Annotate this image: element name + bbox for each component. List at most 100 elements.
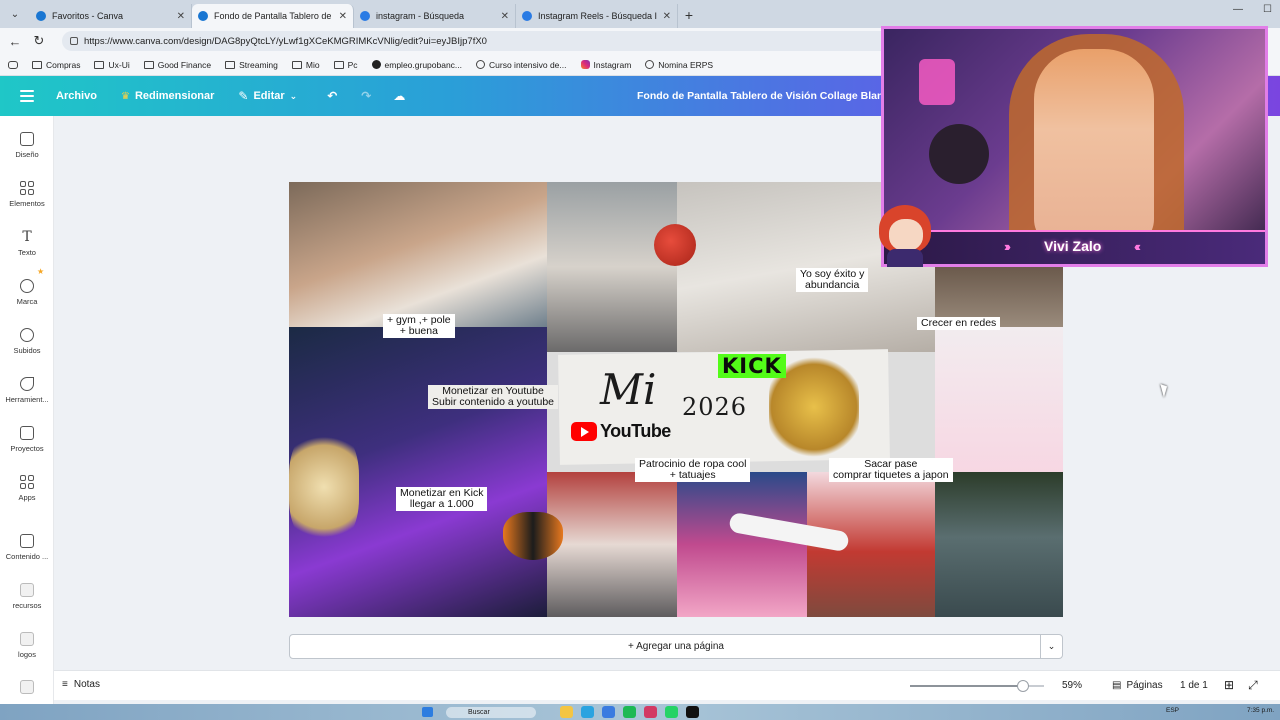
close-tab-icon[interactable]: ✕ bbox=[339, 11, 347, 22]
tab-favoritos[interactable]: Favoritos - Canva ✕ bbox=[30, 4, 192, 28]
tab-instagram-reels[interactable]: Instagram Reels - Búsqueda Imáge ✕ bbox=[516, 4, 678, 28]
close-tab-icon[interactable]: ✕ bbox=[663, 11, 671, 22]
telegram-app-icon[interactable] bbox=[581, 706, 594, 718]
youtube-logo[interactable]: YouTube bbox=[571, 421, 671, 442]
sidebar-item-elementos[interactable]: Elementos bbox=[0, 181, 54, 208]
minimize-icon[interactable]: — bbox=[1233, 4, 1243, 15]
bookmarks-panel-icon[interactable] bbox=[8, 60, 18, 69]
tab-search-menu-button[interactable]: ⌄ bbox=[4, 3, 26, 25]
folder-icon bbox=[143, 60, 154, 69]
taskbar-search[interactable]: Buscar bbox=[446, 707, 536, 718]
windows-start-icon[interactable] bbox=[422, 707, 433, 717]
bookmark-empleo[interactable]: empleo.grupobanc... bbox=[371, 59, 463, 70]
maximize-icon[interactable]: ☐ bbox=[1263, 4, 1272, 15]
butterfly-sticker[interactable] bbox=[503, 512, 563, 560]
note-ropa[interactable]: Patrocinio de ropa cool + tatuajes bbox=[635, 458, 751, 482]
lock-icon bbox=[70, 37, 78, 45]
redimensionar-label: Redimensionar bbox=[134, 90, 215, 102]
sidebar-item-recursos[interactable]: recursos bbox=[0, 583, 54, 610]
zoom-level[interactable]: 59% bbox=[1062, 680, 1082, 691]
sidebar-item-diseno[interactable]: Diseño bbox=[0, 132, 54, 159]
sidebar-item-subidos[interactable]: Subidos bbox=[0, 328, 54, 355]
undo-button[interactable]: ↶ bbox=[327, 89, 337, 103]
bookmark-good-finance[interactable]: Good Finance bbox=[143, 60, 211, 70]
kick-logo[interactable]: KICK bbox=[718, 354, 786, 378]
bookmark-mio[interactable]: Mio bbox=[291, 60, 320, 70]
note-gym[interactable]: + gym ,+ pole + buena bbox=[383, 314, 455, 338]
chevron-down-icon[interactable]: ⌄ bbox=[1040, 635, 1062, 658]
close-tab-icon[interactable]: ✕ bbox=[177, 11, 185, 22]
photo-phone[interactable] bbox=[935, 327, 1063, 472]
tiktok-app-icon[interactable] bbox=[686, 706, 699, 718]
photo-beach[interactable] bbox=[289, 182, 547, 327]
bookmark-instagram[interactable]: Instagram bbox=[580, 60, 631, 70]
bookmark-curso[interactable]: Curso intensivo de... bbox=[476, 60, 567, 70]
bookmark-ux-ui[interactable]: Ux-Ui bbox=[94, 60, 130, 70]
sidebar-item-texto[interactable]: T Texto bbox=[0, 230, 54, 257]
cloud-save-button[interactable]: ☁ bbox=[393, 89, 405, 103]
photo-pole[interactable] bbox=[547, 182, 677, 352]
undo-icon: ↶ bbox=[327, 89, 338, 103]
pages-button[interactable]: ▤ Páginas bbox=[1112, 680, 1163, 691]
bookmark-pc[interactable]: Pc bbox=[333, 60, 358, 70]
whatsapp-app-icon[interactable] bbox=[665, 706, 678, 718]
redimensionar-button[interactable]: ♛ Redimensionar bbox=[121, 90, 214, 102]
back-arrow-icon[interactable]: ← bbox=[8, 34, 22, 49]
editar-menu[interactable]: ✎ Editar ⌄ bbox=[238, 89, 297, 103]
title-year[interactable]: 2026 bbox=[682, 393, 747, 421]
photo-mulan[interactable] bbox=[677, 472, 807, 617]
redo-button[interactable]: ↷ bbox=[361, 89, 371, 103]
menu-hamburger-icon[interactable] bbox=[20, 90, 34, 102]
app-icon[interactable] bbox=[644, 706, 657, 718]
reload-icon[interactable]: ↻ bbox=[32, 33, 46, 49]
note-crecer[interactable]: Crecer en redes bbox=[917, 317, 1001, 330]
new-tab-button[interactable]: + bbox=[678, 4, 700, 26]
clock[interactable]: 7:35 p.m. bbox=[1247, 707, 1274, 714]
folder-app-icon[interactable] bbox=[560, 706, 573, 718]
notes-button[interactable]: ≡ Notas bbox=[62, 679, 100, 690]
bookmark-label: empleo.grupobanc... bbox=[384, 59, 463, 70]
title-mi[interactable]: Mi bbox=[600, 365, 656, 414]
bookmark-compras[interactable]: Compras bbox=[32, 60, 80, 70]
window-controls: — ☐ bbox=[1233, 4, 1272, 15]
bookmark-nomina[interactable]: Nomina ERPS bbox=[645, 60, 713, 70]
close-tab-icon[interactable]: ✕ bbox=[501, 11, 509, 22]
taskbar-search-label: Buscar bbox=[468, 709, 490, 716]
sidebar-item-herramientas[interactable]: Herramient... bbox=[0, 377, 54, 404]
dried-flower-sticker[interactable] bbox=[289, 427, 359, 547]
note-exito[interactable]: Yo soy éxito y abundancia bbox=[796, 268, 869, 292]
sidebar-item-marca[interactable]: Marca bbox=[0, 279, 54, 306]
sidebar-item-logos[interactable]: logos bbox=[0, 632, 54, 659]
note-pase[interactable]: Sacar pase comprar tiquetes a japon bbox=[829, 458, 953, 482]
photo-outfit[interactable] bbox=[547, 472, 677, 617]
language-indicator[interactable]: ESP bbox=[1166, 707, 1179, 714]
sidebar-item-proyectos[interactable]: Proyectos bbox=[0, 426, 54, 453]
sidebar-label: recursos bbox=[12, 601, 42, 610]
more-icon bbox=[20, 680, 34, 694]
sidebar-item-contenido[interactable]: Contenido ... bbox=[0, 534, 54, 561]
url-text: https://www.canva.com/design/DAG8pyQtcLY… bbox=[84, 35, 487, 47]
note-youtube[interactable]: Monetizar en Youtube Subir contenido a y… bbox=[428, 385, 559, 409]
photo-car[interactable] bbox=[935, 472, 1063, 617]
instagram-icon bbox=[580, 60, 590, 69]
os-taskbar: Buscar ESP 7:35 p.m. bbox=[0, 704, 1280, 720]
tab-instagram-busqueda[interactable]: instagram - Búsqueda ✕ bbox=[354, 4, 516, 28]
spotify-app-icon[interactable] bbox=[623, 706, 636, 718]
tab-title: Favoritos - Canva bbox=[52, 11, 124, 21]
youtube-wordmark: YouTube bbox=[600, 421, 671, 441]
zoom-slider[interactable] bbox=[910, 680, 1044, 692]
note-kick[interactable]: Monetizar en Kick llegar a 1.000 bbox=[396, 487, 488, 511]
add-page-button[interactable]: + Agregar una página ⌄ bbox=[289, 634, 1063, 659]
archivo-menu[interactable]: Archivo bbox=[56, 90, 97, 102]
sidebar-item-apps[interactable]: Apps bbox=[0, 475, 54, 502]
browser-app-icon[interactable] bbox=[602, 706, 615, 718]
webcam-overlay: ››› Vivi Zalo ‹‹‹ bbox=[881, 26, 1268, 267]
ladybug-sticker[interactable] bbox=[654, 224, 696, 266]
tab-fondo-pantalla[interactable]: Fondo de Pantalla Tablero de Visió ✕ bbox=[192, 4, 354, 28]
sidebar-item-more[interactable] bbox=[0, 680, 54, 694]
document-title[interactable]: Fondo de Pantalla Tablero de Visión Coll… bbox=[637, 90, 896, 102]
fullscreen-icon[interactable]: ⤢ bbox=[1248, 678, 1258, 693]
grid-view-icon[interactable]: ⊞ bbox=[1224, 678, 1234, 693]
zoom-slider-knob[interactable] bbox=[1016, 680, 1029, 692]
bookmark-streaming[interactable]: Streaming bbox=[225, 60, 278, 70]
